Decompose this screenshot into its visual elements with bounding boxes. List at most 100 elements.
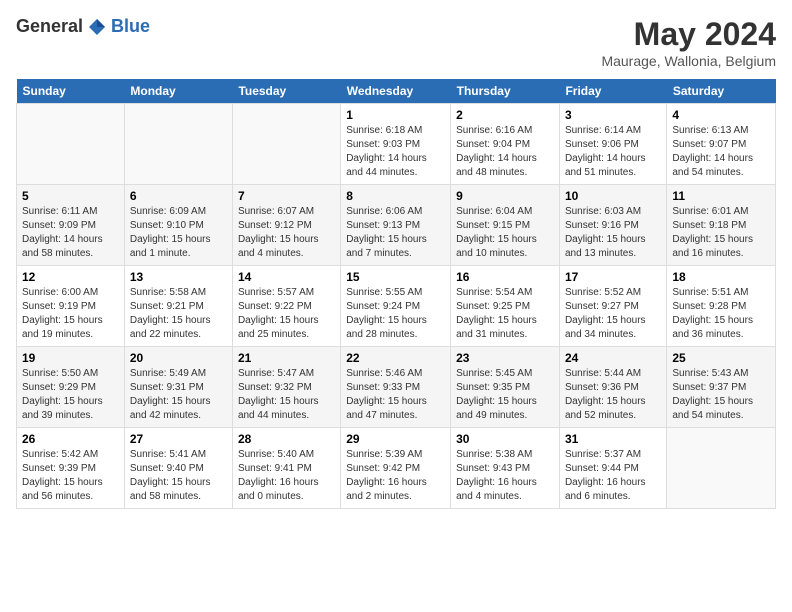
calendar-cell: 5Sunrise: 6:11 AMSunset: 9:09 PMDaylight…	[17, 185, 125, 266]
calendar-cell: 6 Sunrise: 6:09 AMSunset: 9:10 PMDaylight…	[124, 185, 232, 266]
calendar-cell: 25Sunrise: 5:43 AMSunset: 9:37 PMDayligh…	[667, 347, 776, 428]
day-number: 27	[130, 432, 227, 446]
day-number: 14	[238, 270, 335, 284]
page-header: General Blue May 2024 Maurage, Wallonia,…	[16, 16, 776, 69]
calendar-cell: 16 Sunrise: 5:54 AMSunset: 9:25 PMDayligh…	[451, 266, 560, 347]
day-number: 17	[565, 270, 661, 284]
day-number: 16	[456, 270, 554, 284]
calendar-cell: 28 Sunrise: 5:40 AMSunset: 9:41 PMDayligh…	[232, 428, 340, 509]
day-info: Sunrise: 5:50 AMSunset: 9:29 PMDaylight:…	[22, 367, 119, 423]
day-info: Sunrise: 5:40 AMSunset: 9:41 PMDaylight:…	[238, 448, 335, 504]
day-info: Sunrise: 6:06 AMSunset: 9:13 PMDaylight:…	[346, 205, 445, 261]
day-info: Sunrise: 6:04 AMSunset: 9:15 PMDaylight:…	[456, 205, 554, 261]
day-info: Sunrise: 6:18 AMSunset: 9:03 PMDaylight:…	[346, 124, 445, 180]
logo-icon	[87, 17, 107, 37]
weekday-header-thursday: Thursday	[451, 79, 560, 104]
day-info: Sunrise: 5:55 AMSunset: 9:24 PMDaylight:…	[346, 286, 445, 342]
calendar-cell: 4 Sunrise: 6:13 AMSunset: 9:07 PMDaylight…	[667, 104, 776, 185]
calendar-cell: 30 Sunrise: 5:38 AMSunset: 9:43 PMDayligh…	[451, 428, 560, 509]
day-number: 12	[22, 270, 119, 284]
day-number: 22	[346, 351, 445, 365]
week-row-3: 12 Sunrise: 6:00 AMSunset: 9:19 PMDayligh…	[17, 266, 776, 347]
logo: General Blue	[16, 16, 150, 37]
calendar-cell: 24Sunrise: 5:44 AMSunset: 9:36 PMDayligh…	[559, 347, 666, 428]
calendar-cell: 20Sunrise: 5:49 AMSunset: 9:31 PMDayligh…	[124, 347, 232, 428]
day-number: 4	[672, 108, 770, 122]
week-row-4: 19 Sunrise: 5:50 AMSunset: 9:29 PMDayligh…	[17, 347, 776, 428]
week-row-5: 26 Sunrise: 5:42 AMSunset: 9:39 PMDayligh…	[17, 428, 776, 509]
day-info: Sunrise: 6:09 AMSunset: 9:10 PMDaylight:…	[130, 205, 227, 261]
calendar-cell: 27 Sunrise: 5:41 AMSunset: 9:40 PMDayligh…	[124, 428, 232, 509]
day-number: 9	[456, 189, 554, 203]
calendar-cell: 13 Sunrise: 5:58 AMSunset: 9:21 PMDayligh…	[124, 266, 232, 347]
day-info: Sunrise: 5:41 AMSunset: 9:40 PMDaylight:…	[130, 448, 227, 504]
day-number: 25	[672, 351, 770, 365]
calendar-cell: 1 Sunrise: 6:18 AMSunset: 9:03 PMDaylight…	[341, 104, 451, 185]
calendar-cell: 18 Sunrise: 5:51 AMSunset: 9:28 PMDayligh…	[667, 266, 776, 347]
calendar-table: SundayMondayTuesdayWednesdayThursdayFrid…	[16, 79, 776, 509]
day-number: 1	[346, 108, 445, 122]
day-info: Sunrise: 6:01 AMSunset: 9:18 PMDaylight:…	[672, 205, 770, 261]
logo-general: General	[16, 16, 83, 37]
day-info: Sunrise: 5:42 AMSunset: 9:39 PMDaylight:…	[22, 448, 119, 504]
day-info: Sunrise: 6:13 AMSunset: 9:07 PMDaylight:…	[672, 124, 770, 180]
day-number: 26	[22, 432, 119, 446]
day-info: Sunrise: 5:47 AMSunset: 9:32 PMDaylight:…	[238, 367, 335, 423]
day-info: Sunrise: 6:03 AMSunset: 9:16 PMDaylight:…	[565, 205, 661, 261]
day-number: 10	[565, 189, 661, 203]
calendar-cell: 17 Sunrise: 5:52 AMSunset: 9:27 PMDayligh…	[559, 266, 666, 347]
day-info: Sunrise: 5:58 AMSunset: 9:21 PMDaylight:…	[130, 286, 227, 342]
day-info: Sunrise: 6:00 AMSunset: 9:19 PMDaylight:…	[22, 286, 119, 342]
day-number: 7	[238, 189, 335, 203]
day-info: Sunrise: 6:16 AMSunset: 9:04 PMDaylight:…	[456, 124, 554, 180]
weekday-header-sunday: Sunday	[17, 79, 125, 104]
day-info: Sunrise: 6:07 AMSunset: 9:12 PMDaylight:…	[238, 205, 335, 261]
day-info: Sunrise: 5:57 AMSunset: 9:22 PMDaylight:…	[238, 286, 335, 342]
calendar-cell: 14 Sunrise: 5:57 AMSunset: 9:22 PMDayligh…	[232, 266, 340, 347]
calendar-cell: 3 Sunrise: 6:14 AMSunset: 9:06 PMDaylight…	[559, 104, 666, 185]
day-number: 3	[565, 108, 661, 122]
day-info: Sunrise: 5:39 AMSunset: 9:42 PMDaylight:…	[346, 448, 445, 504]
calendar-cell	[667, 428, 776, 509]
day-number: 31	[565, 432, 661, 446]
weekday-header-wednesday: Wednesday	[341, 79, 451, 104]
day-number: 29	[346, 432, 445, 446]
weekday-header-monday: Monday	[124, 79, 232, 104]
day-number: 21	[238, 351, 335, 365]
day-number: 6	[130, 189, 227, 203]
day-info: Sunrise: 5:52 AMSunset: 9:27 PMDaylight:…	[565, 286, 661, 342]
day-info: Sunrise: 5:51 AMSunset: 9:28 PMDaylight:…	[672, 286, 770, 342]
day-number: 28	[238, 432, 335, 446]
day-info: Sunrise: 6:14 AMSunset: 9:06 PMDaylight:…	[565, 124, 661, 180]
calendar-cell	[124, 104, 232, 185]
weekday-header-tuesday: Tuesday	[232, 79, 340, 104]
day-number: 15	[346, 270, 445, 284]
day-number: 13	[130, 270, 227, 284]
calendar-cell: 12 Sunrise: 6:00 AMSunset: 9:19 PMDayligh…	[17, 266, 125, 347]
calendar-cell: 9 Sunrise: 6:04 AMSunset: 9:15 PMDaylight…	[451, 185, 560, 266]
day-number: 8	[346, 189, 445, 203]
calendar-cell: 23Sunrise: 5:45 AMSunset: 9:35 PMDayligh…	[451, 347, 560, 428]
calendar-cell: 26 Sunrise: 5:42 AMSunset: 9:39 PMDayligh…	[17, 428, 125, 509]
calendar-cell: 2 Sunrise: 6:16 AMSunset: 9:04 PMDaylight…	[451, 104, 560, 185]
day-info: Sunrise: 5:38 AMSunset: 9:43 PMDaylight:…	[456, 448, 554, 504]
day-number: 30	[456, 432, 554, 446]
weekday-header-friday: Friday	[559, 79, 666, 104]
calendar-cell: 31 Sunrise: 5:37 AMSunset: 9:44 PMDayligh…	[559, 428, 666, 509]
day-number: 19	[22, 351, 119, 365]
title-block: May 2024 Maurage, Wallonia, Belgium	[601, 16, 776, 69]
day-number: 24	[565, 351, 661, 365]
calendar-cell: 19 Sunrise: 5:50 AMSunset: 9:29 PMDayligh…	[17, 347, 125, 428]
day-number: 23	[456, 351, 554, 365]
day-info: Sunrise: 6:11 AMSunset: 9:09 PMDaylight:…	[22, 205, 119, 261]
calendar-cell: 10 Sunrise: 6:03 AMSunset: 9:16 PMDayligh…	[559, 185, 666, 266]
calendar-cell: 11 Sunrise: 6:01 AMSunset: 9:18 PMDayligh…	[667, 185, 776, 266]
day-info: Sunrise: 5:37 AMSunset: 9:44 PMDaylight:…	[565, 448, 661, 504]
day-info: Sunrise: 5:54 AMSunset: 9:25 PMDaylight:…	[456, 286, 554, 342]
weekday-header-saturday: Saturday	[667, 79, 776, 104]
day-number: 18	[672, 270, 770, 284]
day-number: 2	[456, 108, 554, 122]
calendar-cell: 8 Sunrise: 6:06 AMSunset: 9:13 PMDaylight…	[341, 185, 451, 266]
weekday-header-row: SundayMondayTuesdayWednesdayThursdayFrid…	[17, 79, 776, 104]
day-number: 11	[672, 189, 770, 203]
